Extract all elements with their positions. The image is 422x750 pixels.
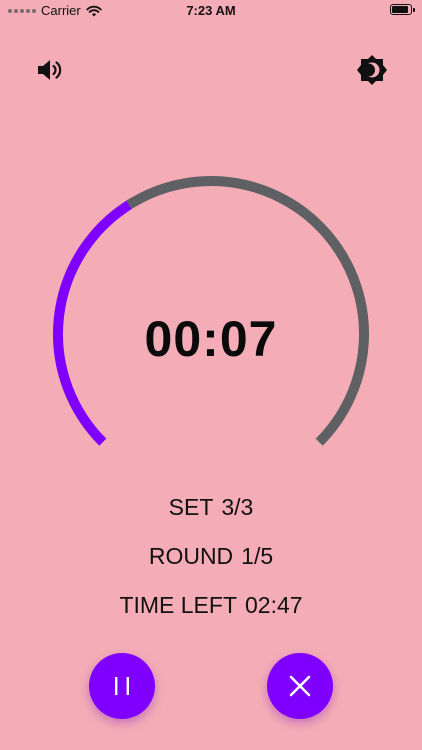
time-left-value: 02:47 — [245, 592, 303, 618]
time-left: TIME LEFT 02:47 — [0, 592, 422, 619]
status-bar: Carrier 7:23 AM — [0, 0, 422, 22]
pause-button[interactable] — [89, 653, 155, 719]
set-counter: SET 3/3 — [0, 494, 422, 521]
cancel-button[interactable] — [267, 653, 333, 719]
close-icon — [289, 675, 311, 697]
battery-icon — [390, 4, 415, 15]
theme-toggle-button[interactable] — [354, 52, 390, 88]
countdown-timer: 00:07 — [144, 311, 278, 367]
round-value: 1/5 — [241, 543, 274, 569]
speaker-icon — [38, 60, 62, 80]
pause-icon — [115, 677, 129, 695]
round-label: ROUND — [148, 543, 234, 569]
set-label: SET — [168, 494, 214, 520]
time-left-label: TIME LEFT — [119, 592, 237, 618]
dark-mode-icon — [357, 55, 387, 85]
set-value: 3/3 — [221, 494, 254, 520]
status-time: 7:23 AM — [186, 3, 236, 18]
progress-ring — [53, 176, 369, 446]
sound-toggle-button[interactable] — [32, 52, 68, 88]
round-counter: ROUND 1/5 — [0, 543, 422, 570]
